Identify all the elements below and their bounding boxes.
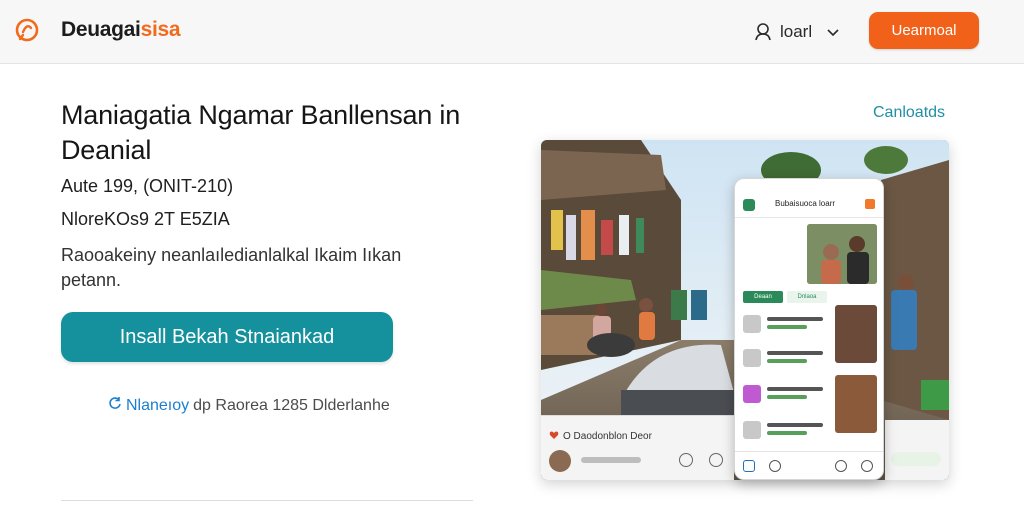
- profile-icon[interactable]: [861, 460, 873, 472]
- install-button[interactable]: Insall Bekah Stnaiankad: [61, 312, 393, 362]
- list-thumb: [743, 385, 761, 403]
- avatar: [549, 450, 571, 472]
- preview-caption-text: O Daodonblon Deor: [563, 431, 652, 442]
- progress-bar: [581, 457, 641, 463]
- preview-caption: O Daodonblon Deor: [549, 430, 652, 443]
- app-title: Bubaisuoca loarr: [775, 199, 836, 208]
- preview-side-panel: [885, 420, 949, 480]
- section-divider: [61, 500, 473, 501]
- brand-logo-icon[interactable]: [14, 17, 40, 43]
- heart-icon: [549, 430, 559, 443]
- list-line: [767, 359, 807, 363]
- brand-name[interactable]: Deuagaisisa: [61, 18, 181, 42]
- app-version-line: Aute 199, (ONIT-210): [61, 176, 234, 196]
- list-line: [767, 317, 823, 321]
- search-icon[interactable]: [769, 460, 781, 472]
- app-description: Raooakeiny neanlaıledianlalkal Ikaim Iık…: [61, 245, 402, 290]
- list-line: [767, 395, 807, 399]
- phone-tabs: Deaan Dnlaoa: [743, 291, 877, 303]
- header-cta-button[interactable]: Uearmoal: [869, 12, 979, 49]
- brand-name-main: Deuagai: [61, 18, 141, 41]
- sub-note-link[interactable]: Nlaneıoy: [126, 397, 189, 415]
- phone-mockup: Bubaisuoca loarr Deaan Dnlaoa: [734, 178, 884, 480]
- chat-photo: [807, 224, 877, 284]
- phone-tabbar: [735, 451, 883, 479]
- preview-footer: O Daodonblon Deor: [541, 415, 734, 480]
- list-line: [767, 431, 807, 435]
- user-icon: [754, 22, 772, 42]
- list-thumb: [743, 421, 761, 439]
- list-item[interactable]: [743, 375, 877, 433]
- status-chip: [891, 452, 941, 466]
- tab-primary[interactable]: Deaan: [743, 291, 783, 303]
- list-item[interactable]: [743, 419, 877, 451]
- home-icon[interactable]: [743, 460, 755, 472]
- share-icon[interactable]: [709, 453, 723, 467]
- divider: [735, 217, 883, 218]
- page-title: Maniagatia Ngamar Banllensan in Deanial: [61, 100, 461, 165]
- sub-note-text: dp Raorea 1285 Dlderlanhe: [193, 396, 390, 414]
- list-line: [767, 351, 823, 355]
- refresh-icon: [108, 396, 122, 415]
- contacts-link[interactable]: Canloatds: [873, 104, 945, 122]
- list-line: [767, 387, 823, 391]
- list-item[interactable]: [743, 305, 877, 363]
- chat-icon[interactable]: [835, 460, 847, 472]
- app-meta-line: NloreKOs9 2T E5ZIA: [61, 209, 230, 229]
- chevron-down-icon: [826, 27, 840, 37]
- notification-icon: [865, 199, 875, 209]
- user-menu-label: loarl: [780, 22, 813, 41]
- app-logo-icon: [743, 199, 755, 211]
- brand-name-accent: sisa: [140, 18, 181, 41]
- list-line: [767, 325, 807, 329]
- sub-note: Nlaneıoy dp Raorea 1285 Dlderlanhe: [108, 396, 390, 415]
- comment-icon[interactable]: [679, 453, 693, 467]
- top-header: Deuagaisisa loarl Uearmoal: [0, 0, 1024, 64]
- tab-secondary[interactable]: Dnlaoa: [787, 291, 827, 303]
- list-thumb: [743, 349, 761, 367]
- list-line: [767, 423, 823, 427]
- list-thumb: [743, 315, 761, 333]
- user-menu[interactable]: loarl: [754, 20, 840, 44]
